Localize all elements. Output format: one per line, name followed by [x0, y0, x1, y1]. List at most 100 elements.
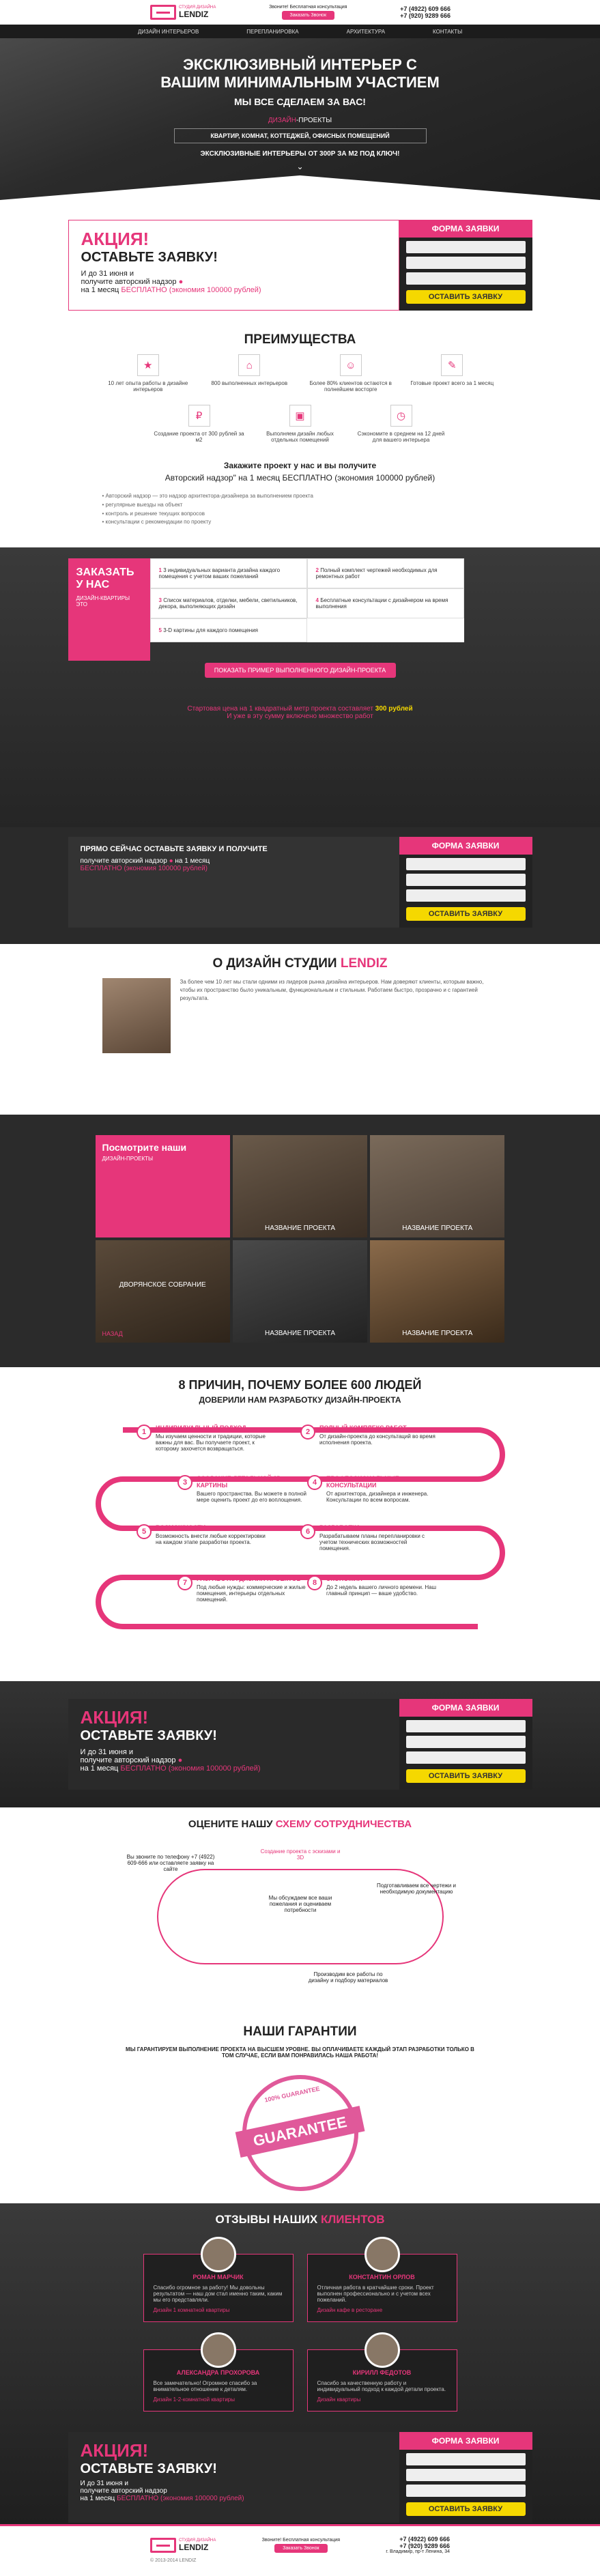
avatar: [364, 2237, 400, 2273]
offer-card-2: ПРЯМО СЕЙЧАС ОСТАВЬТЕ ЗАЯВКУ И ПОЛУЧИТЕ …: [68, 837, 399, 928]
copyright: © 2013-2014 LENDIZ: [150, 2558, 197, 2564]
offer-form-3: АКЦИЯ! ОСТАВЬТЕ ЗАЯВКУ! И до 31 июня и пол…: [68, 1699, 532, 1790]
call-button[interactable]: Заказать Звонок: [281, 11, 335, 20]
offer-form-2: ПРЯМО СЕЙЧАС ОСТАВЬТЕ ЗАЯВКУ И ПОЛУЧИТЕ …: [68, 837, 532, 928]
chevron-down-icon[interactable]: ⌄: [0, 162, 600, 171]
reasons-subtitle: ДОВЕРИЛИ НАМ РАЗРАБОТКУ ДИЗАЙН-ПРОЕКТА: [199, 1395, 401, 1405]
project-card[interactable]: НАЗВАНИЕ ПРОЕКТА: [232, 1240, 368, 1343]
order-section: ЗАКАЗАТЬ У НАС ДИЗАЙН-КВАРТИРЫ ЭТО 1 3 и…: [0, 547, 600, 828]
avatar: [364, 2332, 400, 2369]
offer-sub: ОСТАВЬТЕ ЗАЯВКУ!: [81, 250, 218, 265]
prev-button[interactable]: НАЗАД: [102, 1330, 123, 1337]
offer-form-4: АКЦИЯ! ОСТАВЬТЕ ЗАЯВКУ! И до 31 июня и пол…: [68, 2432, 532, 2523]
nav-item[interactable]: ДИЗАЙН ИНТЕРЬЕРОВ: [138, 29, 199, 35]
feature: ⌂ 800 выполненных интерьеров: [203, 354, 296, 392]
project-card[interactable]: НАЗВАНИЕ ПРОЕКТА: [370, 1135, 505, 1238]
offer-line2: получите авторский надзор: [81, 278, 177, 286]
advantages: ПРЕИМУЩЕСТВА ★ 10 лет опыта работы в диза…: [0, 320, 600, 548]
hero-subtitle: МЫ ВСЕ СДЕЛАЕМ ЗА ВАС!: [234, 96, 366, 107]
offer-line3: на 1 месяц: [81, 286, 119, 294]
info-icon: ●: [178, 278, 184, 286]
avatar: [200, 2332, 236, 2369]
hero-line1a: ДИЗАЙН: [268, 116, 296, 124]
submit-button[interactable]: ОСТАВИТЬ ЗАЯВКУ: [405, 1769, 526, 1784]
name-field[interactable]: [405, 858, 526, 871]
call-text: Звоните! Бесплатная консультация: [269, 5, 347, 10]
email-field[interactable]: [405, 889, 526, 902]
hero-title: ЭКСКЛЮЗИВНЫЙ ИНТЕРЬЕР С ВАШИМ МИНИМАЛЬНЫ…: [160, 56, 440, 91]
section-title: ПРЕИМУЩЕСТВА: [244, 332, 356, 347]
ruble-icon: ₽: [188, 405, 210, 427]
name-field[interactable]: [405, 241, 526, 253]
phone-field[interactable]: [405, 874, 526, 887]
phone-field[interactable]: [405, 2469, 526, 2482]
phone-1: +7 (4922) 609 666: [400, 5, 451, 12]
hero-line1b: -ПРОЕКТЫ: [296, 116, 332, 124]
submit-button[interactable]: ОСТАВИТЬ ЗАЯВКУ: [405, 907, 526, 921]
hero-divider: [0, 175, 600, 216]
guarantee: НАШИ ГАРАНТИИ МЫ ГАРАНТИРУЕМ ВЫПОЛНЕНИЕ …: [0, 2012, 600, 2204]
name-field[interactable]: [405, 1720, 526, 1733]
logo-brand: LENDIZ: [179, 10, 209, 19]
review-card: РОМАН МАРЧИК Спасибо огромное за работу! …: [143, 2237, 294, 2323]
phone-field[interactable]: [405, 257, 526, 269]
footer-call-button[interactable]: Заказать Звонок: [274, 2543, 328, 2553]
name-field[interactable]: [405, 2453, 526, 2466]
footer: СТУДИЯ ДИЗАЙНА LENDIZ Звоните! Бесплатная…: [0, 2524, 600, 2576]
submit-button[interactable]: ОСТАВИТЬ ЗАЯВКУ: [405, 2502, 526, 2517]
feature: ★ 10 лет опыта работы в дизайне интерьеро…: [102, 354, 195, 392]
header: СТУДИЯ ДИЗАЙНА LENDIZ Звоните! Бесплатна…: [0, 0, 600, 38]
clock-icon: ◷: [390, 405, 412, 427]
nav-item[interactable]: ПЕРЕПЛАНИРОВКА: [246, 29, 298, 35]
feature: ₽ Создание проекта от 300 рублей за м2: [154, 405, 245, 443]
request-form: ФОРМА ЗАЯВКИ ОСТАВИТЬ ЗАЯВКУ: [399, 220, 532, 311]
feature: ☺ Более 80% клиентов остаются в полнейшем…: [305, 354, 397, 392]
feature: ✎ Готовые проект всего за 1 месяц: [406, 354, 498, 392]
promo-line: Закажите проект у нас и вы получите: [223, 461, 377, 470]
email-field[interactable]: [405, 2485, 526, 2498]
about-text: За более чем 10 лет мы стали одними из л…: [180, 979, 484, 1002]
reviews: ОТЗЫВЫ НАШИХ КЛИЕНТОВ РОМАН МАРЧИК Спасиб…: [0, 2203, 600, 2525]
nav-item[interactable]: АРХИТЕКТУРА: [347, 29, 385, 35]
home-icon: ⌂: [238, 354, 261, 376]
form-title: ФОРМА ЗАЯВКИ: [399, 220, 532, 238]
email-field[interactable]: [405, 1751, 526, 1764]
pencil-icon: ✎: [441, 354, 463, 376]
top-nav: ДИЗАЙН ИНТЕРЬЕРОВ ПЕРЕПЛАНИРОВКА АРХИТЕК…: [0, 25, 600, 38]
feature: ▣ Выполняем дизайн любых отдельных помеще…: [255, 405, 346, 443]
about: О ДИЗАЙН СТУДИИ LENDIZ За более чем 10 л…: [0, 944, 600, 1115]
submit-button[interactable]: ОСТАВИТЬ ЗАЯВКУ: [405, 290, 526, 304]
reasons: 8 ПРИЧИН, ПОЧЕМУ БОЛЕЕ 600 ЛЮДЕЙ ДОВЕРИЛ…: [0, 1367, 600, 1682]
smile-icon: ☺: [339, 354, 362, 376]
order-box: ЗАКАЗАТЬ У НАС ДИЗАЙН-КВАРТИРЫ ЭТО: [68, 558, 150, 661]
nav-item[interactable]: КОНТАКТЫ: [433, 29, 462, 35]
project-card[interactable]: НАЗВАНИЕ ПРОЕКТА: [232, 1135, 368, 1238]
phone-2: +7 (920) 9289 666: [400, 12, 451, 19]
feature: ◷ Сэкономите в среднем на 12 дней для ваш…: [356, 405, 447, 443]
offer-card: АКЦИЯ! ОСТАВЬТЕ ЗАЯВКУ! И до 31 июня и по…: [68, 220, 399, 311]
projects: Посмотрите наши ДИЗАЙН-ПРОЕКТЫ НАЗВАНИЕ П…: [0, 1115, 600, 1368]
review-card: КОНСТАНТИН ОРЛОВ Отличная работа в кратча…: [306, 2237, 457, 2323]
offer-form-1: АКЦИЯ! ОСТАВЬТЕ ЗАЯВКУ! И до 31 июня и по…: [68, 220, 532, 311]
logo[interactable]: СТУДИЯ ДИЗАЙНА LENDIZ: [150, 5, 216, 20]
promo-line-2: Авторский надзор" на 1 месяц БЕСПЛАТНО (…: [165, 473, 435, 483]
project-card[interactable]: ДВОРЯНСКОЕ СОБРАНИЕ НАЗАД: [95, 1240, 230, 1343]
show-example-button[interactable]: ПОКАЗАТЬ ПРИМЕР ВЫПОЛНЕННОГО ДИЗАЙН-ПРОЕ…: [204, 663, 396, 678]
room-icon: ▣: [289, 405, 311, 427]
hero-line2: КВАРТИР, КОМНАТ, КОТТЕДЖЕЙ, ОФИСНЫХ ПОМЕ…: [173, 128, 427, 143]
form-title: ФОРМА ЗАЯВКИ: [399, 837, 532, 855]
reasons-title: 8 ПРИЧИН, ПОЧЕМУ БОЛЕЕ 600 ЛЮДЕЙ: [178, 1378, 422, 1392]
hero-line3: ЭКСКЛЮЗИВНЫЕ ИНТЕРЬЕРЫ ОТ 300Р ЗА М2 ПОД…: [200, 149, 400, 158]
email-field[interactable]: [405, 272, 526, 285]
avatar: [200, 2237, 236, 2273]
offer-line1: И до 31 июня и: [81, 270, 134, 278]
hero: ЭКСКЛЮЗИВНЫЙ ИНТЕРЬЕР С ВАШИМ МИНИМАЛЬНЫ…: [0, 38, 600, 216]
projects-title-box: Посмотрите наши ДИЗАЙН-ПРОЕКТЫ: [95, 1135, 230, 1238]
project-card[interactable]: НАЗВАНИЕ ПРОЕКТА: [370, 1240, 505, 1343]
phone-field[interactable]: [405, 1736, 526, 1749]
founder-photo: [102, 978, 171, 1054]
offer-line4: БЕСПЛАТНО (экономия 100000 рублей): [121, 286, 261, 294]
award-icon: ★: [137, 354, 159, 376]
logo-mark: [150, 5, 176, 20]
review-card: АЛЕКСАНДРА ПРОХОРОВА Все замечательно! Ог…: [143, 2332, 294, 2412]
